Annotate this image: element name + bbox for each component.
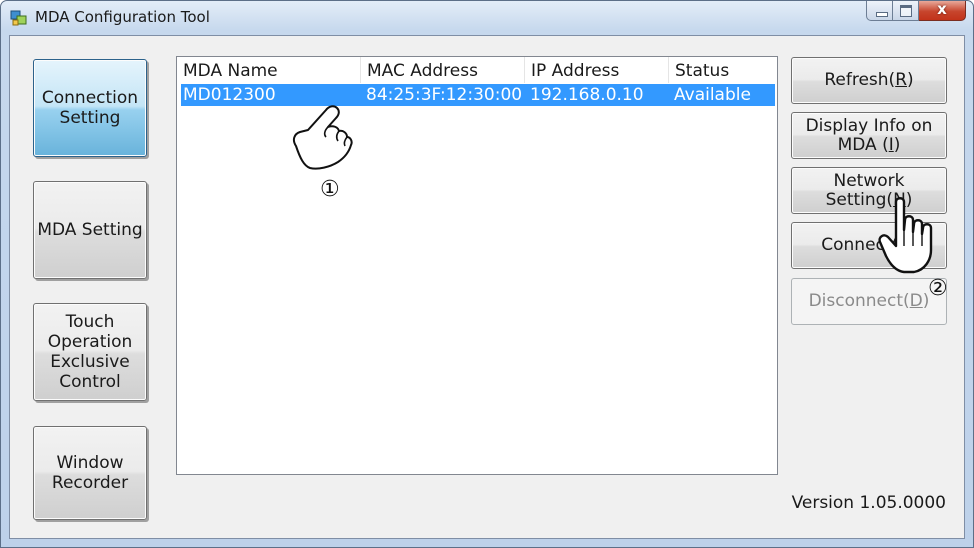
table-row[interactable]: MD012300 84:25:3F:12:30:00 192.168.0.10 … [181,84,775,106]
close-icon: x [937,0,947,18]
callout-1: ① [320,177,340,202]
disconnect-accelerator: D [909,291,923,311]
callout-2: ② [928,276,948,301]
nav-touch-operation-exclusive-control[interactable]: Touch Operation Exclusive Control [33,303,147,401]
title-bar[interactable]: MDA Configuration Tool x [1,0,973,35]
nav-window-recorder[interactable]: Window Recorder [33,426,147,520]
column-header-ip-address[interactable]: IP Address [525,57,669,83]
display-info-paren: ) [893,134,901,155]
column-header-status[interactable]: Status [669,57,777,83]
minimize-button[interactable] [866,1,893,21]
disconnect-button[interactable]: Disconnect(D) [791,278,947,325]
cell-ip-address: 192.168.0.10 [530,85,644,105]
version-label: Version 1.05.0000 [791,493,946,513]
minimize-icon [876,12,888,17]
column-header-mda-name[interactable]: MDA Name [177,57,361,83]
column-header-mac-address[interactable]: MAC Address [361,57,525,83]
close-button[interactable]: x [919,0,966,21]
list-header: MDA Name MAC Address IP Address Status [177,57,777,83]
maximize-button[interactable] [893,1,919,21]
nav-mda-setting[interactable]: MDA Setting [33,181,147,279]
pointer-hand-cursor-icon [878,197,933,274]
disconnect-label: Disconnect( [808,291,910,311]
refresh-paren: ) [907,70,914,90]
app-window: MDA Configuration Tool x Connection Sett… [0,0,974,548]
display-info-button[interactable]: Display Info on MDA (I) [791,112,947,159]
cell-status: Available [674,85,751,105]
caption-buttons: x [866,0,966,23]
cell-mac-address: 84:25:3F:12:30:00 [366,85,523,105]
window-title: MDA Configuration Tool [35,8,210,26]
refresh-button[interactable]: Refresh(R) [791,57,947,104]
client-area: Connection Setting MDA Setting Touch Ope… [9,35,965,539]
display-info-label: Display Info on MDA ( [805,115,933,155]
app-icon [10,10,27,26]
refresh-label: Refresh( [824,70,896,90]
refresh-accelerator: R [895,70,907,90]
nav-connection-setting[interactable]: Connection Setting [33,59,147,157]
pointing-hand-icon [292,105,353,170]
mda-list[interactable]: MDA Name MAC Address IP Address Status M… [176,56,778,475]
maximize-icon [900,5,912,17]
